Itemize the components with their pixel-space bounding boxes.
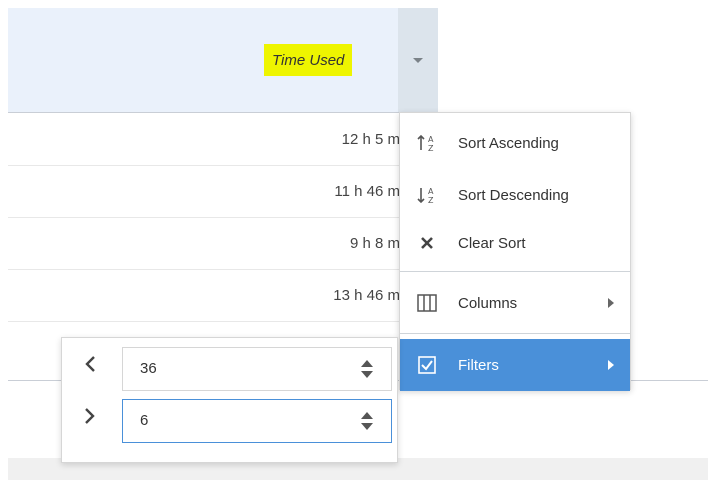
close-icon [414,236,440,250]
spinner-icon[interactable] [361,360,373,378]
menu-separator [400,333,630,334]
menu-item-filters[interactable]: Filters [400,339,630,391]
menu-item-sort-descending[interactable]: A Z Sort Descending [400,169,630,221]
table-row[interactable]: 11 h 46 m [8,166,438,218]
sort-ascending-icon: A Z [414,133,440,153]
sort-descending-icon: A Z [414,185,440,205]
column-header-time-used[interactable]: Time Used [8,8,438,113]
svg-text:Z: Z [428,144,434,153]
column-context-menu: A Z Sort Ascending A Z Sort Descending C… [399,112,631,391]
columns-icon [414,294,440,312]
time-used-cell: 13 h 46 m [333,287,400,304]
chevron-down-icon [413,57,423,63]
filter-submenu: 36 6 [61,337,398,463]
svg-text:A: A [428,135,434,144]
grid-body: 12 h 5 m 11 h 46 m 9 h 8 m 13 h 46 m [8,114,438,322]
spinner-icon[interactable] [361,412,373,430]
greater-than-icon [80,404,100,428]
menu-item-columns[interactable]: Columns [400,277,630,329]
menu-item-label: Clear Sort [458,234,526,252]
chevron-right-icon [608,298,614,308]
filter-value-text: 36 [140,360,157,377]
menu-item-clear-sort[interactable]: Clear Sort [400,217,630,269]
svg-text:A: A [428,187,434,196]
time-used-cell: 9 h 8 m [349,235,400,252]
checkbox-checked-icon [414,356,440,374]
menu-item-label: Filters [458,356,499,374]
filter-value-input[interactable]: 6 [122,399,392,443]
table-row[interactable]: 9 h 8 m [8,218,438,270]
filter-value-input[interactable]: 36 [122,347,392,391]
filter-row-greater-than: 36 [62,338,397,391]
menu-item-label: Sort Ascending [458,134,559,152]
menu-item-label: Columns [458,294,518,312]
table-row[interactable]: 12 h 5 m [8,114,438,166]
chevron-right-icon [608,360,614,370]
menu-separator [400,271,630,272]
column-header-title: Time Used [264,44,353,76]
column-menu-trigger[interactable] [398,8,438,112]
menu-item-sort-ascending[interactable]: A Z Sort Ascending [400,117,630,169]
svg-text:Z: Z [428,196,434,205]
menu-item-label: Sort Descending [458,186,569,204]
filter-value-text: 6 [140,412,149,429]
time-used-cell: 12 h 5 m [341,131,400,148]
table-row[interactable]: 13 h 46 m [8,270,438,322]
time-used-cell: 11 h 46 m [334,183,400,200]
less-than-icon [80,352,100,376]
filter-row-less-than: 6 [62,390,397,443]
